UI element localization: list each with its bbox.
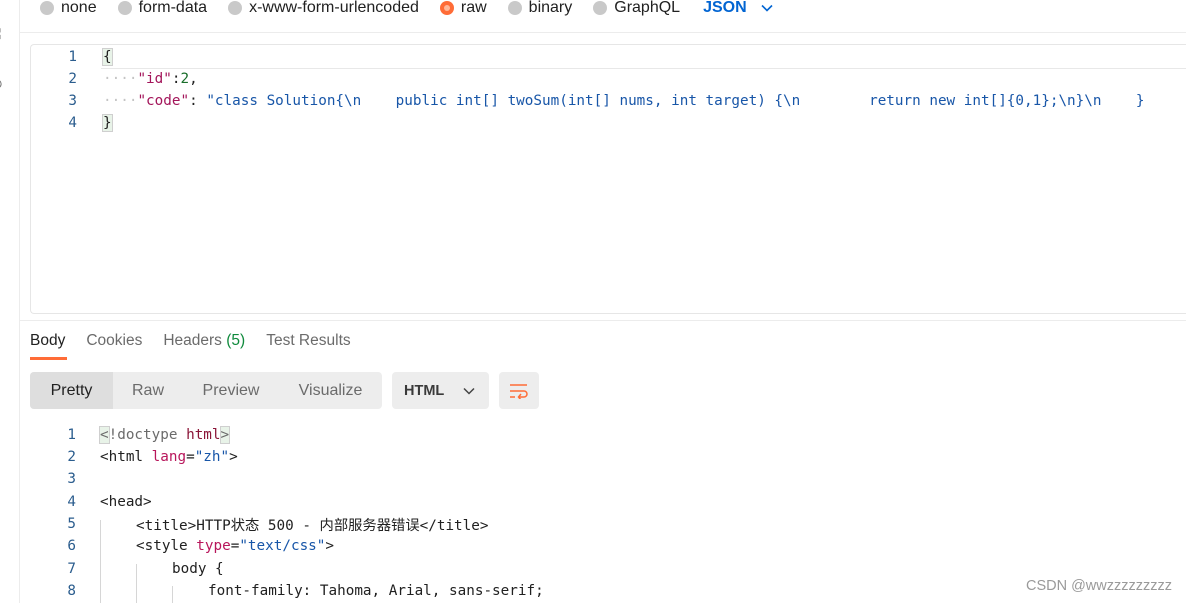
tab-label: Cookies	[86, 332, 143, 349]
radio-none[interactable]: none	[40, 0, 97, 17]
radio-indicator	[117, 1, 132, 15]
title-text: HTTP状态 500 - 内部服务器错误	[196, 517, 420, 534]
headers-count-badge: (5)	[226, 332, 246, 349]
line-number: 2	[68, 71, 77, 87]
json-string: "class Solution{\n public int[] twoSum(i…	[206, 93, 1145, 109]
line-number: 8	[67, 583, 76, 599]
html-tag-close: >	[229, 449, 238, 465]
css-declaration: font-family: Tahoma, Arial, sans-serif;	[208, 583, 544, 599]
tab-label: Test Results	[266, 332, 351, 349]
html-eq: =	[186, 449, 195, 465]
info-icon[interactable]	[0, 78, 6, 90]
css-selector: body {	[172, 561, 224, 577]
tab-body[interactable]: Body	[30, 330, 68, 360]
radio-label: x-www-form-urlencoded	[249, 0, 419, 16]
request-body-editor[interactable]: 1 { 2 ····"id":2, 3 ····"code": "class S…	[30, 44, 1186, 314]
html-tag: <html	[100, 449, 144, 465]
tab-test-results[interactable]: Test Results	[266, 330, 350, 360]
json-number: 2	[180, 71, 190, 87]
raw-format-dropdown[interactable]: JSON	[703, 0, 773, 17]
response-tabs: Body Cookies Headers (5) Test Results	[30, 330, 372, 360]
tab-label: Headers	[163, 332, 222, 349]
watermark: CSDN @wwzzzzzzzzz	[1025, 578, 1172, 594]
wrap-lines-icon	[510, 383, 528, 399]
radio-label: binary	[528, 0, 573, 16]
line-number: 6	[67, 538, 76, 554]
view-visualize-button[interactable]: Visualize	[279, 372, 382, 409]
radio-label: raw	[460, 0, 487, 16]
view-preview-button[interactable]: Preview	[183, 372, 279, 409]
line-number: 1	[67, 427, 76, 443]
indent-guide	[100, 520, 101, 603]
divider	[20, 32, 1186, 33]
line-number: 2	[67, 449, 76, 465]
radio-form-data[interactable]: form-data	[117, 0, 208, 17]
indent-dots: ····	[103, 93, 138, 109]
radio-indicator-selected	[439, 1, 454, 15]
divider	[20, 320, 1186, 321]
radio-indicator	[228, 1, 243, 15]
html-attr: lang	[151, 449, 187, 465]
tab-label: Body	[30, 332, 66, 349]
line-number: 7	[67, 561, 76, 577]
radio-label: GraphQL	[614, 0, 681, 16]
view-raw-button[interactable]: Raw	[113, 372, 183, 409]
line-number: 4	[68, 115, 77, 131]
radio-x-www-form-urlencoded[interactable]: x-www-form-urlencoded	[228, 0, 419, 17]
indent-dots: ····	[103, 71, 138, 87]
html-attr: type	[196, 538, 231, 554]
matched-brace: }	[102, 114, 113, 132]
radio-label: form-data	[138, 0, 208, 16]
body-type-selector: none form-data x-www-form-urlencoded raw…	[40, 0, 773, 16]
html-tag: <head>	[100, 494, 152, 510]
view-pretty-button[interactable]: Pretty	[30, 372, 113, 409]
json-comma: ,	[189, 71, 198, 87]
indent-guide	[136, 564, 137, 603]
raw-format-label: JSON	[703, 0, 747, 16]
radio-graphql[interactable]: GraphQL	[593, 0, 680, 17]
radio-indicator	[593, 1, 608, 15]
tab-cookies[interactable]: Cookies	[86, 330, 142, 360]
html-tag: <title>	[136, 517, 197, 534]
json-key: "id"	[137, 71, 172, 87]
doctype-keyword: !doctype	[108, 427, 178, 443]
language-label: HTML	[404, 382, 445, 399]
chevron-down-icon	[761, 4, 773, 12]
radio-binary[interactable]: binary	[507, 0, 573, 17]
line-number: 1	[68, 49, 77, 65]
line-number: 5	[67, 516, 76, 532]
tab-headers[interactable]: Headers (5)	[163, 330, 245, 360]
json-colon: :	[189, 93, 207, 109]
line-number: 3	[68, 93, 77, 109]
line-number: 4	[67, 494, 76, 510]
matched-brace: {	[102, 48, 113, 66]
radio-indicator	[507, 1, 522, 15]
html-tag: <style	[136, 538, 188, 554]
html-attr-value: "text/css"	[239, 538, 326, 554]
html-attr-value: "zh"	[194, 449, 230, 465]
response-body-viewer[interactable]: 1 <!doctype html> 2 <html lang="zh"> 3 4…	[30, 424, 1186, 603]
active-line-highlight	[101, 68, 1186, 69]
language-dropdown[interactable]: HTML	[392, 372, 489, 409]
line-number: 3	[67, 471, 76, 487]
left-sidebar-rail	[0, 0, 20, 603]
radio-raw[interactable]: raw	[439, 0, 487, 17]
radio-indicator	[40, 1, 54, 15]
doctype-value: html	[186, 427, 221, 443]
indent-guide	[172, 586, 173, 603]
html-tag-close: >	[325, 538, 334, 554]
html-tag: </title>	[419, 517, 489, 534]
collection-icon[interactable]	[0, 28, 6, 40]
matched-bracket: <	[99, 426, 110, 444]
chevron-down-icon	[463, 387, 475, 395]
wrap-lines-button[interactable]	[499, 372, 539, 409]
view-mode-selector: Pretty Raw Preview Visualize	[30, 372, 382, 409]
radio-label: none	[61, 0, 97, 16]
json-key: "code"	[137, 93, 190, 109]
matched-bracket: >	[219, 426, 231, 444]
